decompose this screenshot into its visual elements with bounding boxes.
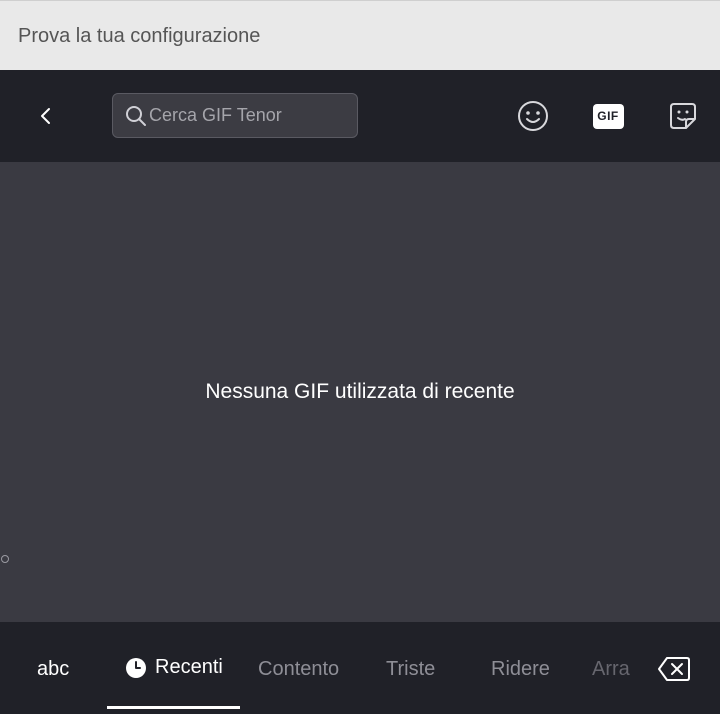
category-bar: abc Recenti Contento Triste Ridere Arra [0,622,720,714]
text-input-field[interactable]: Prova la tua configurazione [0,0,720,70]
category-ridere[interactable]: Ridere [491,658,550,681]
input-text: Prova la tua configurazione [18,25,261,47]
gif-content-area: Nessuna GIF utilizzata di recente [0,162,720,622]
search-icon [126,105,146,126]
back-button[interactable] [26,96,66,136]
sticker-button[interactable] [663,96,703,136]
emoji-button[interactable] [513,96,553,136]
active-tab-indicator [107,706,240,709]
delete-button[interactable] [655,654,693,684]
empty-state-message: Nessuna GIF utilizzata di recente [205,380,515,403]
gif-icon: GIF [592,103,624,129]
gif-search-box[interactable] [112,93,358,138]
clock-icon [125,657,147,679]
sticker-icon [670,103,696,129]
category-triste[interactable]: Triste [386,658,435,681]
category-contento[interactable]: Contento [258,658,339,681]
scroll-indicator [1,555,9,563]
smiley-icon [518,101,548,131]
chevron-left-icon [41,108,50,124]
gif-toolbar: GIF [0,70,720,162]
abc-keyboard-button[interactable]: abc [37,658,69,681]
search-input[interactable] [149,105,339,126]
category-recenti[interactable]: Recenti [125,656,223,679]
category-label: Recenti [155,656,223,678]
gif-tab-button[interactable]: GIF [588,96,628,136]
category-arra[interactable]: Arra [592,658,630,681]
backspace-icon [658,657,690,681]
